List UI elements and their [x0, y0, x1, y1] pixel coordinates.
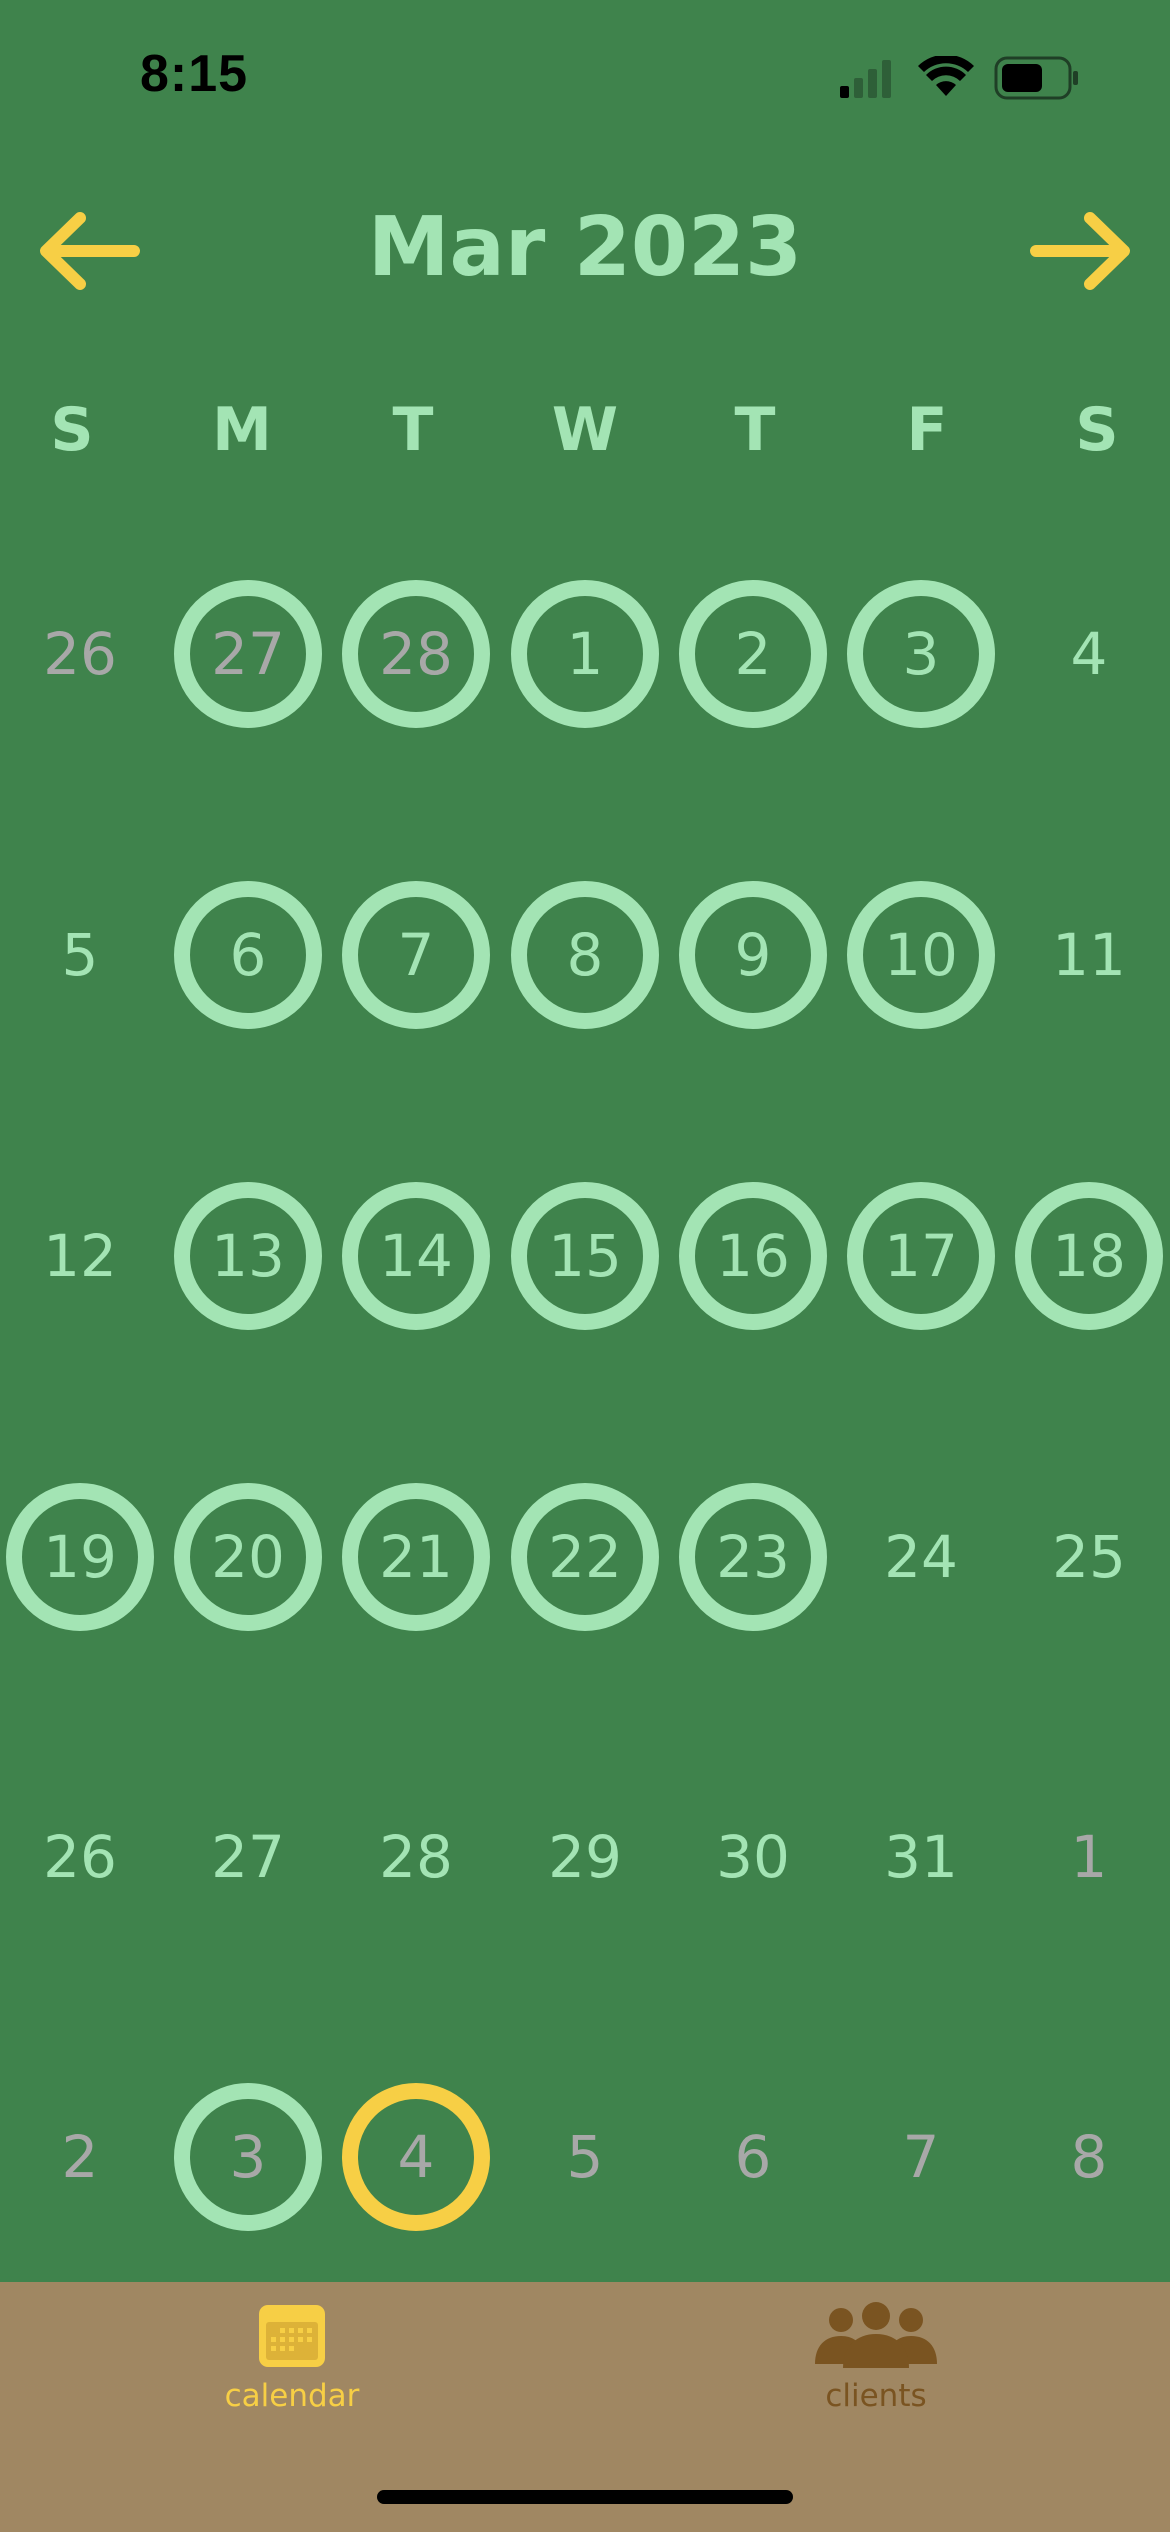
day-cell-scheduled[interactable]: 9	[679, 881, 827, 1029]
day-cell-scheduled[interactable]: 20	[174, 1483, 322, 1631]
day-cell[interactable]: 26	[6, 580, 154, 728]
day-cell[interactable]: 31	[847, 1783, 995, 1931]
day-cell-today[interactable]: 4	[342, 2083, 490, 2231]
calendar-icon	[259, 2305, 325, 2367]
tab-calendar-label: calendar	[224, 2378, 360, 2414]
tab-calendar[interactable]: calendar	[142, 2302, 442, 2472]
day-cell-scheduled[interactable]: 14	[342, 1182, 490, 1330]
day-cell[interactable]: 5	[6, 881, 154, 1029]
day-cell-scheduled[interactable]: 1	[511, 580, 659, 728]
day-cell-scheduled[interactable]: 21	[342, 1483, 490, 1631]
day-cell[interactable]: 26	[6, 1783, 154, 1931]
day-cell[interactable]: 28	[342, 1783, 490, 1931]
day-cell-scheduled[interactable]: 16	[679, 1182, 827, 1330]
day-cell-scheduled[interactable]: 19	[6, 1483, 154, 1631]
day-cell[interactable]: 29	[511, 1783, 659, 1931]
day-cell-scheduled[interactable]: 15	[511, 1182, 659, 1330]
day-cell-scheduled[interactable]: 8	[511, 881, 659, 1029]
day-cell-scheduled[interactable]: 10	[847, 881, 995, 1029]
day-cell[interactable]: 4	[1015, 580, 1163, 728]
day-cell-scheduled[interactable]: 13	[174, 1182, 322, 1330]
day-cell[interactable]: 30	[679, 1783, 827, 1931]
day-cell-scheduled[interactable]: 22	[511, 1483, 659, 1631]
day-cell[interactable]: 2	[6, 2083, 154, 2231]
home-indicator	[377, 2490, 793, 2504]
day-cell[interactable]: 11	[1015, 881, 1163, 1029]
day-cell-scheduled[interactable]: 17	[847, 1182, 995, 1330]
day-cell-scheduled[interactable]: 3	[847, 580, 995, 728]
tab-clients[interactable]: clients	[726, 2302, 1026, 2472]
day-cell[interactable]: 24	[847, 1483, 995, 1631]
day-cell-scheduled[interactable]: 7	[342, 881, 490, 1029]
day-cell-scheduled[interactable]: 6	[174, 881, 322, 1029]
day-cell[interactable]: 7	[847, 2083, 995, 2231]
day-cell-scheduled[interactable]: 27	[174, 580, 322, 728]
day-cell[interactable]: 5	[511, 2083, 659, 2231]
day-cell-scheduled[interactable]: 2	[679, 580, 827, 728]
day-cell-scheduled[interactable]: 18	[1015, 1182, 1163, 1330]
day-cell[interactable]: 27	[174, 1783, 322, 1931]
day-cell[interactable]: 6	[679, 2083, 827, 2231]
day-cell-scheduled[interactable]: 3	[174, 2083, 322, 2231]
calendar-grid: 26 27 28 1 2 3 4 5 6 7 8 9 10 11 12 13 14 15 16 17 18 19 20 21 2…	[0, 0, 1170, 2280]
tab-clients-label: clients	[825, 2378, 927, 2414]
day-cell-scheduled[interactable]: 28	[342, 580, 490, 728]
day-cell[interactable]: 8	[1015, 2083, 1163, 2231]
day-cell[interactable]: 1	[1015, 1783, 1163, 1931]
people-icon	[815, 2302, 937, 2368]
day-cell[interactable]: 12	[6, 1182, 154, 1330]
calendar-app: 8:15 Mar 2023 S M T W T F S 26 27 28 1 2…	[0, 0, 1170, 2532]
day-cell-scheduled[interactable]: 23	[679, 1483, 827, 1631]
day-cell[interactable]: 25	[1015, 1483, 1163, 1631]
